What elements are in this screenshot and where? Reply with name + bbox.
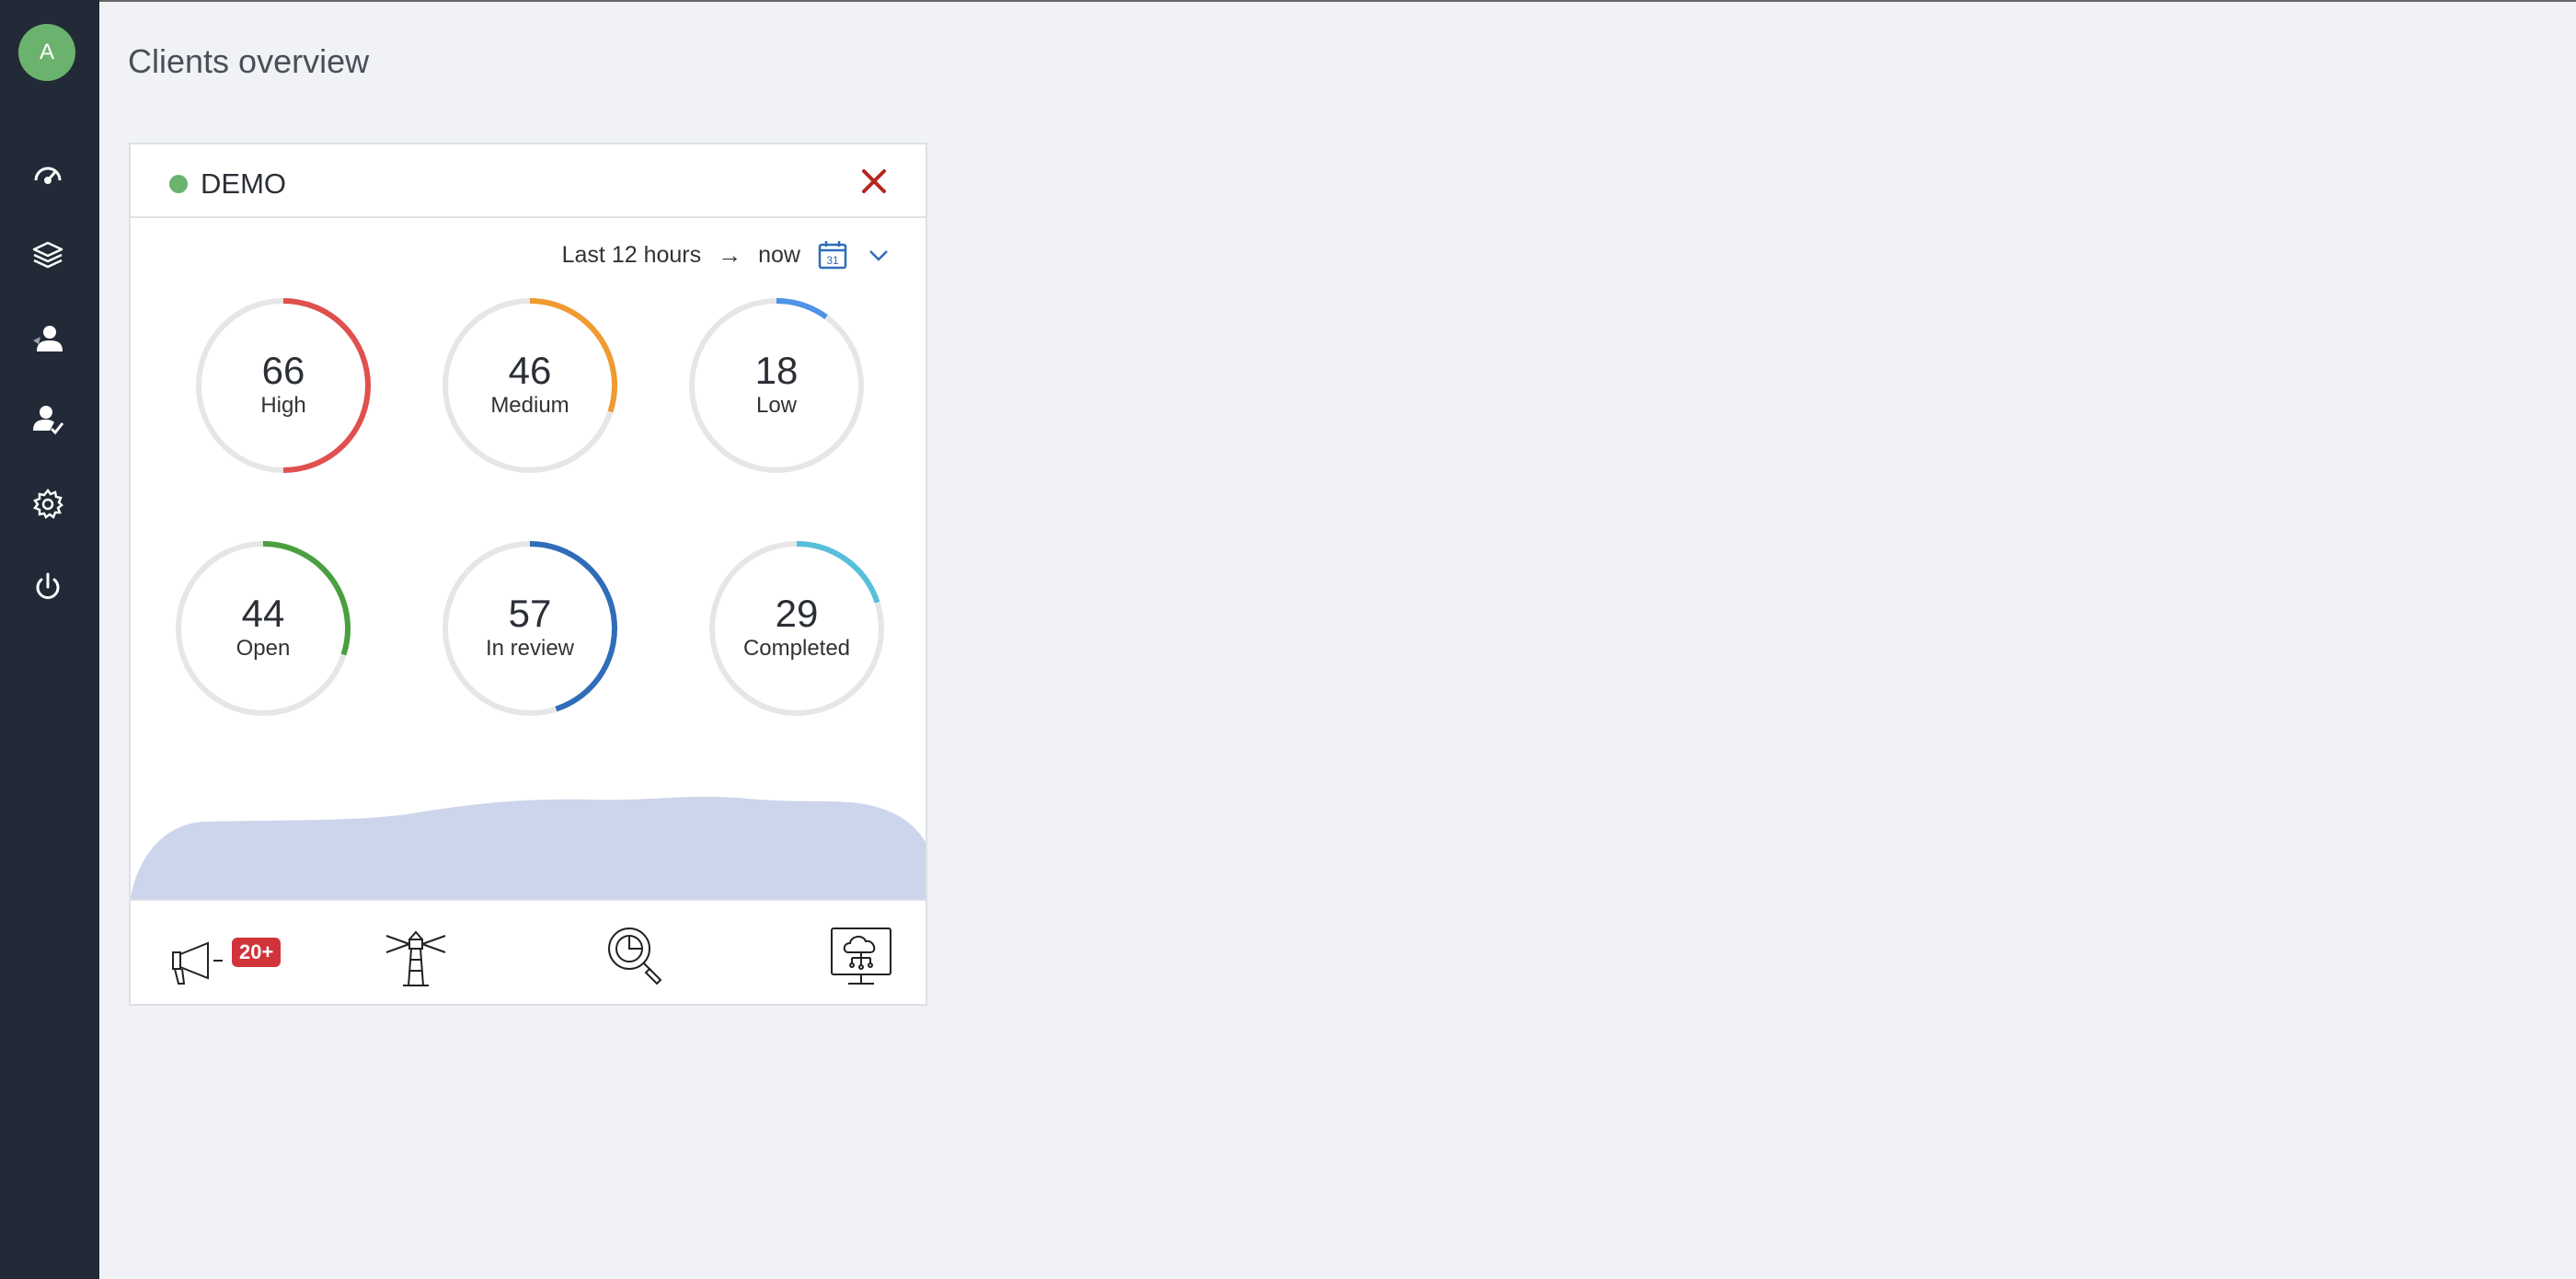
time-range-selector[interactable]: Last 12 hours → now 31	[562, 235, 892, 275]
arrow-right-icon: →	[718, 240, 742, 269]
gauge-label: Open	[236, 636, 291, 661]
calendar-icon[interactable]: 31	[817, 239, 848, 271]
gauge-value: 46	[508, 349, 552, 392]
gauge-label: High	[260, 393, 306, 418]
time-range-from: Last 12 hours	[561, 241, 702, 268]
sidebar: A	[0, 0, 99, 1279]
gauge-label: Low	[755, 393, 798, 418]
notifications-badge: 20+	[232, 938, 282, 967]
dashboard-icon[interactable]	[29, 156, 66, 193]
gauge-high[interactable]: 66 High	[193, 295, 374, 476]
svg-text:31: 31	[826, 254, 839, 267]
client-card: DEMO Last 12 hours → now 31 66 High 46 M…	[129, 143, 927, 1006]
gauge-value: 29	[775, 592, 819, 635]
cloud-network-icon[interactable]	[826, 921, 896, 991]
chart-search-icon[interactable]	[602, 921, 672, 991]
gauge-low[interactable]: 18 Low	[686, 295, 867, 476]
time-range-to: now	[758, 241, 800, 268]
chevron-down-icon[interactable]	[865, 241, 892, 269]
gauge-label: In review	[485, 636, 575, 661]
gauge-label: Completed	[742, 636, 851, 661]
status-indicator	[169, 175, 188, 193]
client-name[interactable]: DEMO	[201, 167, 286, 201]
gear-icon[interactable]	[29, 486, 66, 523]
gauge-value: 44	[241, 592, 285, 635]
user-check-icon[interactable]	[29, 401, 66, 438]
gauge-open[interactable]: 44 Open	[173, 538, 353, 719]
close-icon[interactable]	[857, 165, 891, 198]
card-header: DEMO	[131, 144, 926, 218]
lighthouse-icon[interactable]	[381, 921, 451, 991]
gauge-completed[interactable]: 29 Completed	[707, 538, 887, 719]
gauge-medium[interactable]: 46 Medium	[440, 295, 620, 476]
megaphone-icon[interactable]: 20+	[166, 921, 282, 991]
top-border	[0, 0, 2576, 2]
gauge-in-review[interactable]: 57 In review	[440, 538, 620, 719]
gauge-value: 57	[508, 592, 552, 635]
gauge-label: Medium	[490, 393, 569, 418]
avatar[interactable]: A	[18, 24, 75, 81]
gauge-value: 66	[261, 349, 305, 392]
gauge-arc	[776, 298, 828, 320]
power-icon[interactable]	[29, 569, 66, 605]
user-icon[interactable]	[29, 320, 66, 357]
card-footer: 20+	[131, 899, 926, 1004]
page-title: Clients overview	[128, 42, 370, 80]
layers-icon[interactable]	[29, 237, 66, 274]
gauge-value: 18	[754, 349, 799, 392]
